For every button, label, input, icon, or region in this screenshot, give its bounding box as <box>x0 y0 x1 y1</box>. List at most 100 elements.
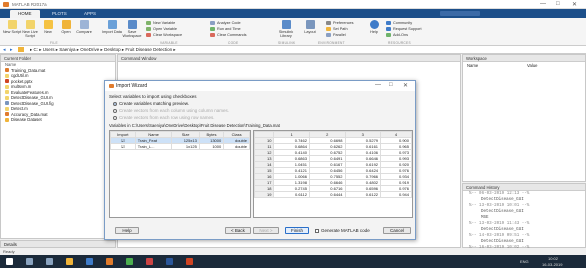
word-icon[interactable] <box>166 258 173 265</box>
command-window-title: Command Window <box>118 55 460 62</box>
workspace-name-header[interactable]: Name <box>467 63 478 68</box>
maximize-button[interactable]: □ <box>556 1 560 7</box>
next-button[interactable]: Next > <box>253 227 279 234</box>
store-icon[interactable] <box>86 258 93 265</box>
current-folder-panel: Current Folder Name Training_Data.mat cgd… <box>0 54 116 239</box>
dialog-title-bar: Import Wizard — □ ✕ <box>105 81 415 91</box>
data-preview-table[interactable]: 1 2 3 4 10 0.7462 0.6698 0.5279 0.900 11 0.6864 0.6… <box>253 130 413 218</box>
generate-code-option[interactable]: Generate MATLAB code <box>315 228 370 233</box>
chrome-icon[interactable] <box>126 258 133 265</box>
import-checkbox[interactable]: ☑ <box>110 143 136 150</box>
cancel-button[interactable]: Cancel <box>383 227 411 234</box>
folder-icon[interactable] <box>18 47 24 52</box>
analyze-code-button[interactable]: Analyze Code <box>210 21 241 26</box>
radio-icon[interactable] <box>113 108 117 113</box>
clock-date[interactable]: 16-03-2019 <box>542 262 562 267</box>
file-item[interactable]: Disease Dataset <box>1 117 115 123</box>
radio-icon[interactable] <box>113 115 117 120</box>
support-icon <box>386 27 391 31</box>
powerpoint-icon[interactable] <box>186 258 193 265</box>
close-button[interactable]: ✕ <box>572 1 577 8</box>
var-name: Train_L... <box>134 143 173 150</box>
window-title: MATLAB R2017a <box>12 2 47 7</box>
dialog-minimize-button[interactable]: — <box>375 82 381 88</box>
file-icon <box>5 79 9 84</box>
simulink-icon <box>281 20 291 29</box>
data-cell: 0.6122 <box>344 191 382 198</box>
variables-table[interactable]: Import Name Size Bytes Class ☑ Train_Fea… <box>109 130 251 218</box>
var-bytes: 1000 <box>198 143 225 150</box>
help-button[interactable]: Help <box>364 20 384 34</box>
group-label-code: CODE <box>228 41 239 45</box>
address-bar: ◂ ▸ ▸ C: ▸ Users ▸ Saeniya ▸ OneDrive ▸ … <box>0 46 586 54</box>
file-icon <box>5 101 9 106</box>
compare-icon <box>79 20 89 29</box>
row-index: 19 <box>253 191 275 198</box>
option-match-preview[interactable]: Create variables matching preview. <box>113 101 189 106</box>
option-vectors-rows[interactable]: Create vectors from each row using row n… <box>113 115 215 120</box>
task-view-icon[interactable] <box>46 258 53 265</box>
dialog-close-button[interactable]: ✕ <box>403 82 408 89</box>
compare-button[interactable]: Compare <box>74 20 94 34</box>
request-support-link[interactable]: Request Support <box>386 27 422 32</box>
file-icon <box>5 73 9 78</box>
command-history-panel: Command History %-- 06-03-2019 12:13 --%… <box>462 183 586 250</box>
current-path[interactable]: ▸ C: ▸ Users ▸ Saeniya ▸ OneDrive ▸ Desk… <box>30 47 176 53</box>
file-icon <box>5 95 9 100</box>
windows-start-icon[interactable] <box>6 258 13 265</box>
community-link[interactable]: Community <box>386 21 412 26</box>
app-icon[interactable] <box>146 258 153 265</box>
back-arrow-icon[interactable]: ◂ <box>3 47 6 53</box>
search-icon[interactable] <box>26 258 33 265</box>
data-cell: 0.6112 <box>273 191 310 198</box>
finish-button[interactable]: Finish <box>285 227 309 234</box>
tab-home[interactable]: HOME <box>10 10 40 18</box>
preferences-button[interactable]: Preferences <box>326 21 353 26</box>
back-button[interactable]: < Back <box>225 227 251 234</box>
workspace-value-header[interactable]: Value <box>527 63 537 68</box>
layout-icon <box>305 20 315 29</box>
simulink-library-button[interactable]: Simulink Library <box>276 20 296 38</box>
clear-workspace-icon <box>146 33 151 37</box>
language-indicator[interactable]: ENG <box>520 259 529 264</box>
tab-plots[interactable]: PLOTS <box>44 10 75 18</box>
dialog-title: Import Wizard <box>116 83 148 89</box>
data-cell: 0.6444 <box>308 191 346 198</box>
ribbon-tab-bar: HOME PLOTS APPS Search Documentation <box>0 9 586 26</box>
quick-access-toolbar[interactable] <box>440 11 480 16</box>
new-live-script-button[interactable]: New Live Script <box>20 20 40 38</box>
new-script-button[interactable]: New Script <box>2 20 22 34</box>
add-ons-button[interactable]: Add-Ons <box>386 33 408 38</box>
parallel-button[interactable]: Parallel <box>326 33 346 38</box>
new-variable-button[interactable]: New Variable <box>146 21 175 26</box>
open-variable-button[interactable]: Open Variable <box>146 27 177 32</box>
dialog-maximize-button[interactable]: □ <box>389 82 393 88</box>
option-vectors-columns[interactable]: Create vectors from each column using co… <box>113 108 229 113</box>
run-and-time-button[interactable]: Run and Time <box>210 27 241 32</box>
tab-apps[interactable]: APPS <box>76 10 104 18</box>
layout-button[interactable]: Layout <box>300 20 320 34</box>
clear-commands-button[interactable]: Clear Commands <box>210 33 247 38</box>
open-button[interactable]: Open <box>56 20 76 34</box>
forward-arrow-icon[interactable]: ▸ <box>10 47 13 53</box>
group-label-file: FILE <box>50 41 58 45</box>
help-button[interactable]: Help <box>115 227 139 234</box>
import-data-button[interactable]: Import Data <box>102 20 122 34</box>
var-size: 1x125 <box>171 143 200 150</box>
new-icon <box>43 20 53 29</box>
details-panel[interactable]: Details <box>0 240 116 248</box>
matlab-taskbar-icon[interactable] <box>106 258 113 265</box>
save-workspace-button[interactable]: Save Workspace <box>122 20 142 38</box>
radio-icon[interactable] <box>113 101 117 106</box>
help-icon <box>369 20 379 29</box>
table-row[interactable]: ☑ Train_L... 1x125 1000 double <box>110 143 250 150</box>
set-path-button[interactable]: Set Path <box>326 27 348 32</box>
file-explorer-icon[interactable] <box>66 258 73 265</box>
checkbox-icon[interactable] <box>315 228 319 233</box>
new-live-script-icon <box>25 20 35 29</box>
new-button[interactable]: New <box>38 20 58 34</box>
minimize-button[interactable]: — <box>540 1 546 7</box>
clock-time[interactable]: 10:02 <box>548 256 558 261</box>
var-class: double <box>223 143 250 150</box>
clear-workspace-button[interactable]: Clear Workspace <box>146 33 182 38</box>
